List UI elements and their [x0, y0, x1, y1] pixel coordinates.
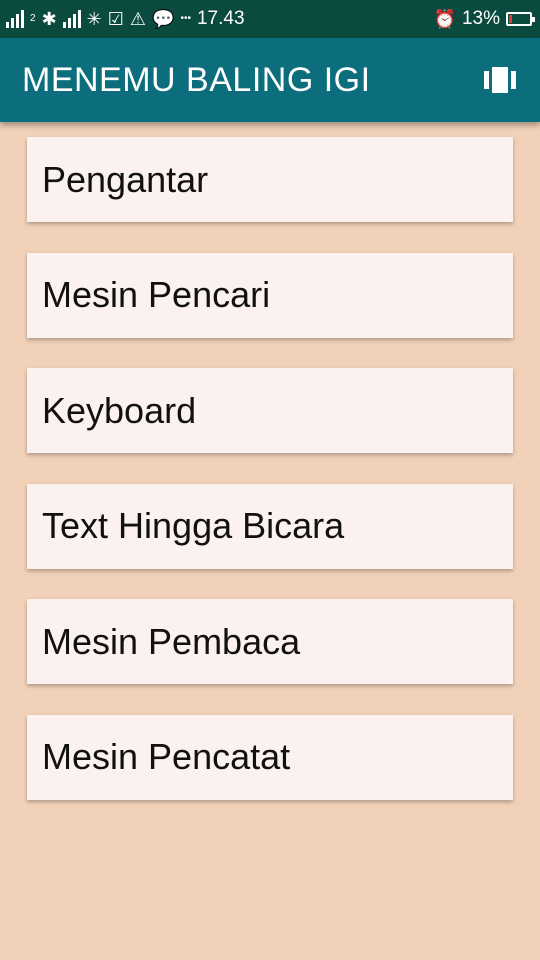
app-title: MENEMU BALING IGI [22, 60, 371, 99]
carousel-left-bar [484, 71, 489, 89]
sim-label: 2 [30, 13, 36, 24]
status-right: ⏰ 13% [433, 8, 535, 30]
view-carousel-icon[interactable] [482, 66, 518, 94]
menu-list: Pengantar Mesin Pencari Keyboard Text Hi… [27, 137, 513, 830]
menu-item-pengantar[interactable]: Pengantar [27, 137, 513, 222]
signal-icon [62, 10, 81, 28]
bag-check-icon: ☑ [107, 9, 124, 29]
menu-item-mesin-pencari[interactable]: Mesin Pencari [27, 252, 513, 338]
signal-icon [6, 10, 24, 28]
battery-percent: 13% [461, 8, 500, 29]
menu-item-label: Text Hingga Bicara [42, 505, 345, 546]
alarm-icon: ⏰ [433, 9, 456, 29]
menu-item-label: Mesin Pembaca [42, 620, 301, 662]
menu-item-mesin-pencatat[interactable]: Mesin Pencatat [27, 714, 513, 800]
menu-item-keyboard[interactable]: Keyboard [27, 368, 513, 453]
menu-item-text-hingga-bicara[interactable]: Text Hingga Bicara [27, 483, 513, 569]
app-bar: MENEMU BALING IGI [0, 38, 540, 122]
battery-fill [509, 15, 512, 23]
battery-icon [506, 12, 535, 26]
carousel-right-bar [511, 71, 516, 89]
status-bar: 2 ✱ ✳ ☑ ⚠ 💬 ••• 17.43 ⏰ 13% [0, 0, 540, 38]
menu-item-label: Keyboard [42, 389, 197, 431]
app-icon: ✳ [86, 9, 102, 29]
more-notifications-icon: ••• [180, 13, 191, 24]
carousel-center-block [492, 67, 508, 93]
menu-item-label: Pengantar [42, 158, 209, 200]
warning-icon: ⚠ [129, 9, 147, 29]
menu-item-mesin-pembaca[interactable]: Mesin Pembaca [27, 599, 513, 684]
clock: 17.43 [196, 8, 245, 29]
line-icon: 💬 [152, 9, 175, 29]
network-icon: ✱ [41, 9, 57, 29]
status-left: 2 ✱ ✳ ☑ ⚠ 💬 ••• 17.43 [6, 8, 245, 30]
menu-item-label: Mesin Pencatat [42, 736, 291, 777]
menu-item-label: Mesin Pencari [42, 274, 271, 315]
